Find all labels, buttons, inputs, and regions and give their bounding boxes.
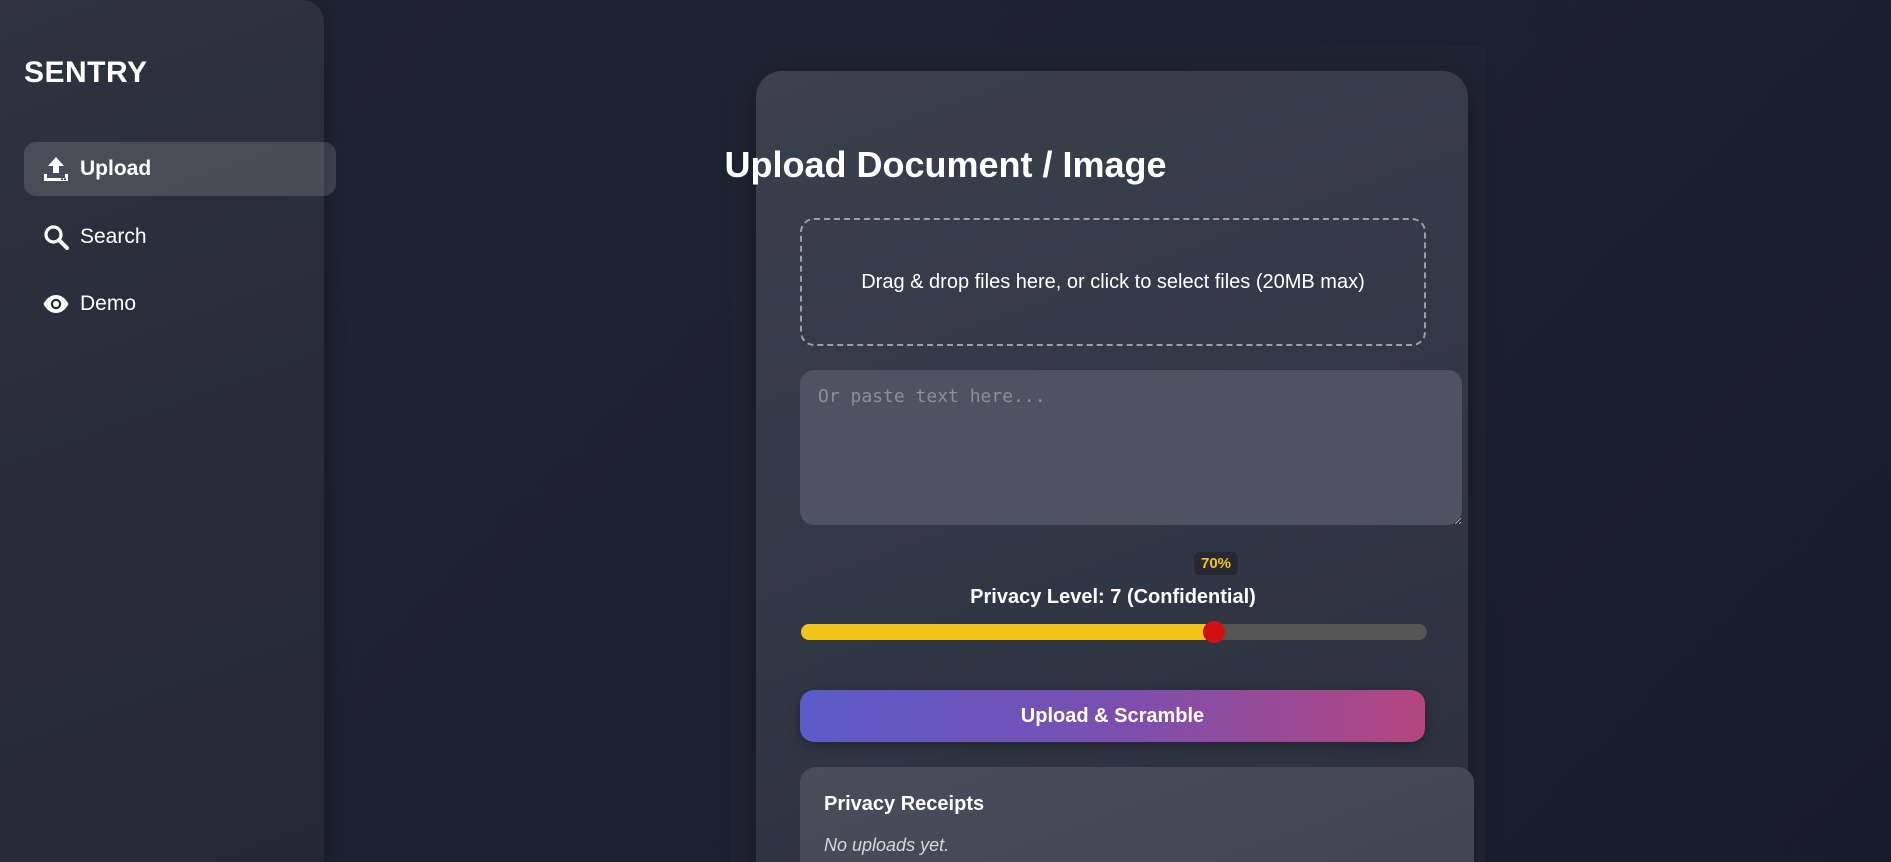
privacy-slider-fill	[801, 624, 1214, 640]
privacy-slider-thumb[interactable]	[1203, 621, 1225, 643]
sidebar-item-upload[interactable]: Upload	[24, 142, 336, 196]
sidebar-item-demo[interactable]: Demo	[24, 277, 336, 331]
brand-logo: SENTRY	[24, 56, 148, 89]
privacy-slider[interactable]	[801, 621, 1427, 643]
upload-scramble-button[interactable]: Upload & Scramble	[800, 690, 1425, 742]
upload-icon	[42, 155, 70, 183]
eye-icon	[42, 290, 70, 318]
privacy-percent-badge: 70%	[1194, 552, 1239, 575]
paste-text-input[interactable]	[800, 370, 1462, 525]
receipts-title: Privacy Receipts	[824, 793, 985, 815]
receipts-empty-text: No uploads yet.	[824, 835, 950, 855]
sidebar-item-label: Upload	[80, 157, 152, 180]
search-icon	[42, 223, 70, 251]
sidebar-item-label: Demo	[80, 292, 137, 315]
sidebar-item-search[interactable]: Search	[24, 210, 336, 264]
dropzone-text: Drag & drop files here, or click to sele…	[861, 270, 1365, 293]
privacy-receipts-panel: Privacy Receipts No uploads yet.	[800, 767, 1474, 862]
file-dropzone[interactable]: Drag & drop files here, or click to sele…	[800, 218, 1426, 346]
sidebar: SENTRY Upload Search Demo	[0, 0, 336, 862]
privacy-level-label: Privacy Level: 7 (Confidential)	[970, 586, 1256, 608]
sidebar-item-label: Search	[80, 225, 147, 248]
